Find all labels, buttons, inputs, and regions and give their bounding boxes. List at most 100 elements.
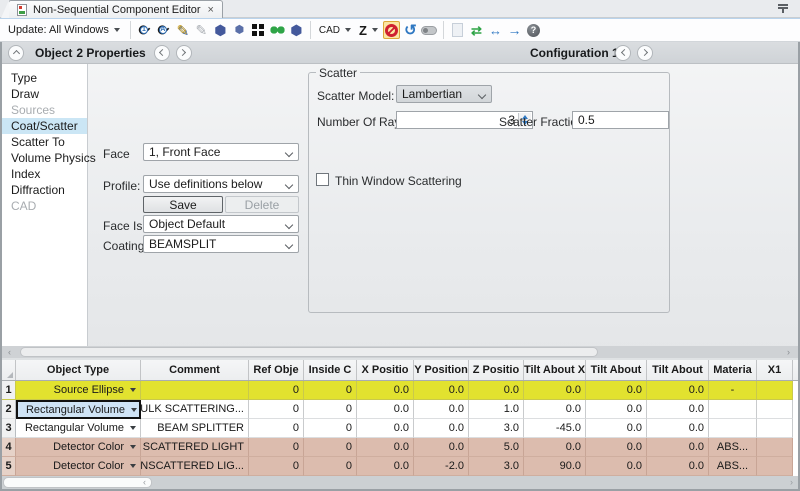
- collapse-button[interactable]: [8, 45, 24, 61]
- polygon-icon[interactable]: ⬢: [288, 21, 305, 39]
- right-arrow-icon[interactable]: →: [506, 21, 523, 39]
- face-dropdown[interactable]: 1, Front Face: [143, 143, 299, 161]
- comment-cell[interactable]: [141, 381, 249, 400]
- toggle-icon[interactable]: [421, 21, 438, 39]
- x1-cell[interactable]: [757, 400, 793, 419]
- value-cell[interactable]: 0.0: [414, 438, 469, 457]
- value-cell[interactable]: 0.0: [647, 381, 709, 400]
- value-cell[interactable]: 0: [304, 438, 357, 457]
- value-cell[interactable]: 0: [249, 381, 304, 400]
- value-cell[interactable]: 0.0: [524, 381, 586, 400]
- no-entry-icon[interactable]: [383, 21, 400, 39]
- x1-cell[interactable]: [757, 438, 793, 457]
- help-icon[interactable]: ?: [525, 21, 542, 39]
- value-cell[interactable]: 0: [304, 400, 357, 419]
- value-cell[interactable]: 0.0: [647, 400, 709, 419]
- table-scrollbar[interactable]: ‹ ›: [2, 476, 798, 489]
- scroll-right-icon[interactable]: ›: [787, 346, 790, 358]
- column-header-6-y-position[interactable]: Y Position: [414, 360, 469, 380]
- value-cell[interactable]: 0.0: [414, 400, 469, 419]
- value-cell[interactable]: 0.0: [357, 400, 414, 419]
- tab-close-icon[interactable]: ×: [208, 5, 214, 15]
- value-cell[interactable]: 0.0: [647, 438, 709, 457]
- corner-cell[interactable]: [2, 360, 16, 380]
- material-cell[interactable]: [709, 419, 757, 438]
- value-cell[interactable]: 3.0: [469, 457, 524, 476]
- column-header-8-tilt-about-x[interactable]: Tilt About X: [524, 360, 586, 380]
- scroll-left-icon[interactable]: ‹: [8, 346, 11, 358]
- material-cell[interactable]: ABS...: [709, 457, 757, 476]
- scrollbar-thumb[interactable]: [3, 477, 152, 488]
- horizontal-arrow-icon[interactable]: ↔: [487, 21, 504, 39]
- shaded-model-icon[interactable]: ⬢: [231, 21, 248, 39]
- next-configuration-button[interactable]: [637, 45, 653, 61]
- row-number[interactable]: 2: [2, 400, 16, 419]
- value-cell[interactable]: 0.0: [586, 419, 647, 438]
- value-cell[interactable]: 0: [304, 381, 357, 400]
- value-cell[interactable]: 0.0: [414, 419, 469, 438]
- value-cell[interactable]: 0: [249, 400, 304, 419]
- object-type-dropdown[interactable]: Source Ellipse: [16, 381, 141, 400]
- prev-object-button[interactable]: [154, 45, 170, 61]
- value-cell[interactable]: 0.0: [357, 381, 414, 400]
- pin-icon[interactable]: [778, 4, 788, 13]
- column-header-5-x-positio[interactable]: X Positio: [357, 360, 414, 380]
- nav-item-scatter-to[interactable]: Scatter To: [2, 134, 87, 150]
- value-cell[interactable]: 90.0: [524, 457, 586, 476]
- comment-cell[interactable]: BEAM SPLITTER: [141, 419, 249, 438]
- value-cell[interactable]: 0.0: [524, 400, 586, 419]
- refresh-1-icon[interactable]: ⟳1: [136, 21, 153, 39]
- face-is-dropdown[interactable]: Object Default: [143, 215, 299, 233]
- material-cell[interactable]: -: [709, 381, 757, 400]
- column-header-11-materia[interactable]: Materia: [709, 360, 757, 380]
- object-type-dropdown[interactable]: Detector Color: [16, 438, 141, 457]
- highlight-pen-icon[interactable]: ✎: [193, 21, 210, 39]
- grid-icon[interactable]: [250, 21, 267, 39]
- value-cell[interactable]: 0.0: [414, 381, 469, 400]
- nav-item-draw[interactable]: Draw: [2, 86, 87, 102]
- undo-curve-icon[interactable]: ↺: [402, 21, 419, 39]
- value-cell[interactable]: 0: [304, 457, 357, 476]
- value-cell[interactable]: 0.0: [357, 419, 414, 438]
- column-header-10-tilt-about[interactable]: Tilt About: [647, 360, 709, 380]
- value-cell[interactable]: 1.0: [469, 400, 524, 419]
- value-cell[interactable]: 0: [249, 457, 304, 476]
- blank-square-icon[interactable]: [449, 21, 466, 39]
- value-cell[interactable]: 0.0: [586, 438, 647, 457]
- column-header-1-object-type[interactable]: Object Type: [16, 360, 141, 380]
- coating-dropdown[interactable]: BEAMSPLIT: [143, 235, 299, 253]
- scroll-right-icon[interactable]: ›: [790, 476, 793, 489]
- value-cell[interactable]: 3.0: [469, 419, 524, 438]
- column-header-2-comment[interactable]: Comment: [141, 360, 249, 380]
- column-header-12-x1[interactable]: X1: [757, 360, 793, 380]
- row-number[interactable]: 1: [2, 381, 16, 400]
- value-cell[interactable]: 5.0: [469, 438, 524, 457]
- column-header-4-inside-c[interactable]: Inside C: [304, 360, 357, 380]
- solid-model-icon[interactable]: ⬢: [212, 21, 229, 39]
- row-number[interactable]: 4: [2, 438, 16, 457]
- row-number[interactable]: 3: [2, 419, 16, 438]
- save-button[interactable]: Save: [143, 196, 223, 213]
- material-cell[interactable]: ABS...: [709, 438, 757, 457]
- value-cell[interactable]: -45.0: [524, 419, 586, 438]
- comment-cell[interactable]: SCATTERED LIGHT: [141, 438, 249, 457]
- thin-window-checkbox[interactable]: [316, 173, 329, 186]
- nav-item-coat-scatter[interactable]: Coat/Scatter: [2, 118, 87, 134]
- scatter-fraction-input[interactable]: 0.5: [572, 111, 669, 129]
- prev-configuration-button[interactable]: [615, 45, 631, 61]
- green-dots-icon[interactable]: [269, 21, 286, 39]
- nav-item-diffraction[interactable]: Diffraction: [2, 182, 87, 198]
- object-type-dropdown[interactable]: Detector Color: [16, 457, 141, 476]
- value-cell[interactable]: 0.0: [586, 457, 647, 476]
- delete-button[interactable]: Delete: [225, 196, 299, 213]
- update-dropdown[interactable]: Update: All Windows: [4, 22, 126, 38]
- edit-pen-icon[interactable]: ✎: [174, 21, 191, 39]
- value-cell[interactable]: 0: [249, 419, 304, 438]
- column-header-9-tilt-about[interactable]: Tilt About: [586, 360, 647, 380]
- value-cell[interactable]: 0.0: [586, 400, 647, 419]
- value-cell[interactable]: 0: [304, 419, 357, 438]
- column-header-3-ref-obje[interactable]: Ref Obje: [249, 360, 304, 380]
- profile-dropdown[interactable]: Use definitions below: [143, 175, 299, 193]
- object-type-dropdown[interactable]: Rectangular Volume: [16, 400, 141, 419]
- x1-cell[interactable]: [757, 381, 793, 400]
